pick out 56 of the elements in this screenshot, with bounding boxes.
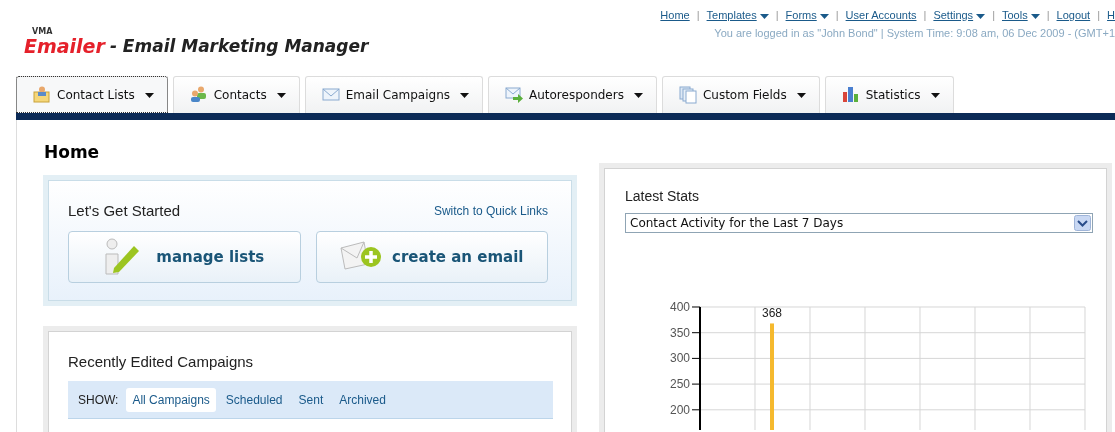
link-separator: | bbox=[1046, 9, 1050, 21]
link-separator: | bbox=[923, 9, 927, 21]
people-icon bbox=[189, 86, 208, 104]
link-separator: | bbox=[775, 9, 779, 21]
link-separator: | bbox=[992, 9, 995, 21]
nav-link[interactable]: Home bbox=[660, 9, 690, 21]
caret-icon bbox=[930, 92, 940, 98]
nav-link[interactable]: Forms bbox=[785, 9, 829, 21]
caret-icon bbox=[796, 92, 806, 98]
tick-label: 200 bbox=[670, 402, 690, 417]
logo-brand: Emailer bbox=[24, 36, 105, 56]
caret-icon bbox=[460, 92, 469, 98]
data-label: 368 bbox=[762, 306, 782, 320]
page-title: Home bbox=[44, 142, 101, 162]
panel-title: Recently Edited Campaigns bbox=[68, 353, 255, 370]
link-separator: | bbox=[1097, 9, 1101, 21]
nav-tab[interactable]: Custom Fields bbox=[661, 76, 820, 113]
tick-label: 250 bbox=[670, 377, 690, 392]
tick-label: 350 bbox=[670, 325, 690, 340]
nav-tab[interactable]: Contacts bbox=[172, 76, 300, 113]
nav-link[interactable]: Tools bbox=[1002, 9, 1040, 21]
logo-small-text: VMA bbox=[32, 27, 53, 36]
tick-label: 400 bbox=[670, 300, 690, 314]
nav-link[interactable]: User Accounts bbox=[845, 9, 917, 21]
filter-tab[interactable]: Scheduled bbox=[219, 387, 289, 412]
nav-link[interactable]: H bbox=[1107, 9, 1115, 21]
pages-icon bbox=[678, 86, 697, 104]
link-separator: | bbox=[696, 9, 700, 21]
envelope-icon bbox=[321, 86, 340, 104]
filter-tab[interactable]: Sent bbox=[292, 387, 330, 412]
action-button[interactable]: manage lists bbox=[68, 231, 301, 283]
status-text: You are logged in as "John Bond" | System Time: 9:08 am, 06 Dec 2009 - (GMT+1 bbox=[714, 27, 1115, 39]
action-button[interactable]: create an email bbox=[315, 231, 548, 283]
caret-icon bbox=[633, 92, 643, 98]
app-title: - Email Marketing Manager bbox=[109, 36, 369, 56]
envelope-arrow-icon bbox=[505, 86, 523, 104]
nav-tab[interactable]: Autoresponders bbox=[488, 76, 657, 113]
bar-chart-icon bbox=[841, 86, 860, 104]
nav-link[interactable]: Templates bbox=[706, 9, 769, 21]
caret-icon bbox=[276, 92, 286, 98]
nav-tab[interactable]: Email Campaigns bbox=[304, 76, 483, 113]
report-select[interactable]: Contact Activity for the Last 7 Days bbox=[625, 213, 1093, 233]
filter-label: SHOW: bbox=[78, 392, 119, 407]
nav-link[interactable]: Settings bbox=[933, 9, 986, 21]
nav-tab[interactable]: Statistics bbox=[824, 76, 954, 113]
caret-icon bbox=[144, 92, 154, 98]
panel-title: Latest Stats bbox=[625, 188, 700, 204]
panel-title: Let's Get Started bbox=[68, 202, 181, 219]
link-separator: | bbox=[835, 9, 839, 21]
filter-tab[interactable]: Archived bbox=[333, 387, 392, 412]
tick-label: 300 bbox=[670, 351, 690, 366]
nav-link[interactable]: Logout bbox=[1056, 9, 1091, 21]
folder-person-icon bbox=[33, 86, 51, 104]
quick-links-link[interactable]: Switch to Quick Links bbox=[433, 203, 548, 218]
filter-tab[interactable]: All Campaigns bbox=[126, 387, 216, 412]
nav-tab[interactable]: Contact Lists bbox=[16, 76, 168, 113]
